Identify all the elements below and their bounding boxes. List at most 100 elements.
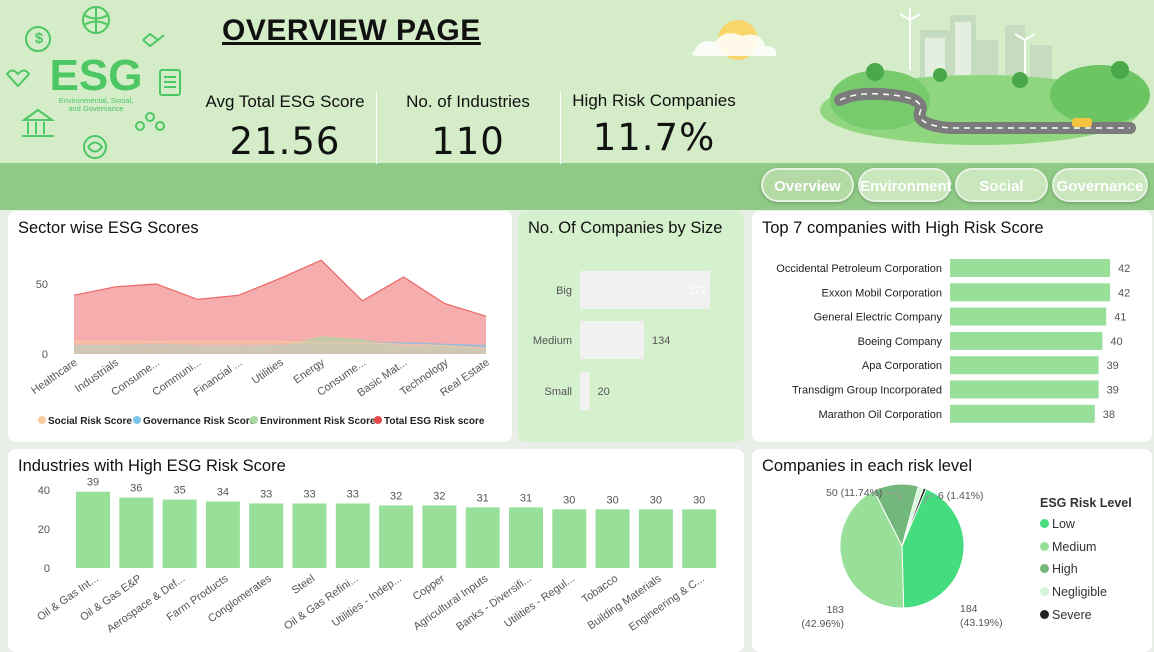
tab-social[interactable]: Social [955, 168, 1048, 202]
tab-governance[interactable]: Governance [1052, 168, 1148, 202]
kpi-label: Avg Total ESG Score [205, 92, 365, 111]
legend-item-low: Low [1040, 517, 1075, 531]
legend-label: Governance Risk Score [143, 416, 256, 427]
industry-bar [595, 509, 630, 568]
company-label: Marathon Oil Corporation [818, 409, 942, 421]
logo-text: ESG [50, 51, 143, 100]
x-tick-label: Engineering & C... [627, 573, 707, 634]
kpi-value: 110 [431, 120, 505, 163]
bar-value-label: 20 [598, 386, 610, 398]
company-label: Occidental Petroleum Corporation [776, 263, 942, 275]
legend-dot [1040, 564, 1049, 574]
sector-area-chart: 050HealthcareIndustrialsConsume...Commun… [29, 259, 492, 427]
bar-value-label: 32 [433, 490, 445, 502]
industries-panel: Industries with High ESG Risk Score 0 20 4… [8, 449, 744, 652]
legend-dot [1040, 587, 1049, 597]
company-label: Boeing Company [858, 336, 943, 348]
legend-label: Negligible [1052, 585, 1107, 600]
bar-value-label: 33 [303, 488, 315, 500]
company-size-panel: No. Of Companies by Size Big 272 Medium 134… [518, 211, 744, 442]
size-bar [580, 372, 590, 410]
kpi-divider [560, 92, 561, 164]
kpi-divider [376, 92, 377, 164]
bar-value-label: 32 [390, 490, 402, 502]
industry-bar [509, 507, 543, 568]
category-label: Medium [533, 335, 572, 347]
x-tick-label: Steel [290, 573, 317, 597]
svg-text:and Governance: and Governance [68, 104, 123, 113]
company-bar [950, 380, 1099, 399]
x-tick-label: Energy [291, 356, 327, 386]
tab-overview[interactable]: Overview [761, 168, 854, 202]
bar-value-label: 30 [693, 494, 705, 506]
company-bar [950, 307, 1107, 326]
pie-label-pct: (43.19%) [960, 617, 1003, 629]
industry-bar [465, 507, 500, 568]
pie-label: 50 (11.74%) [826, 487, 882, 499]
industry-bar [335, 503, 370, 568]
pie-legend-title: ESG Risk Level [1040, 496, 1132, 510]
area-series-3 [74, 260, 486, 354]
bar-value-label: 39 [87, 477, 99, 489]
bar-value-label: 30 [650, 494, 662, 506]
bar-value-label: 42 [1118, 287, 1130, 299]
legend-dot [250, 416, 258, 424]
bar-value-label: 40 [1110, 336, 1122, 348]
x-tick-label: Copper [411, 572, 448, 603]
legend-item-negligible: Negligible [1040, 585, 1107, 599]
industries-bar-chart: 0204039Oil & Gas Int...36Oil & Gas E&P35… [35, 477, 717, 636]
industry-bar [249, 503, 284, 568]
y-tick-label: 0 [44, 563, 50, 575]
bar-value-label: 38 [1103, 409, 1115, 421]
industry-bar [422, 505, 457, 568]
company-bar [950, 283, 1110, 302]
top7-bar-chart: Occidental Petroleum Corporation 42 Exxon … [776, 259, 1130, 423]
bar-value-label: 39 [1107, 385, 1119, 397]
industry-bar [292, 503, 327, 568]
bar-value-label: 33 [260, 488, 272, 500]
kpi-label: No. of Industries [406, 92, 530, 111]
sector-esg-panel: Sector wise ESG Scores 0 50 Healthcare Indu… [8, 211, 512, 442]
kpi-value: 21.56 [229, 120, 341, 163]
top7-companies-panel: Top 7 companies with High Risk Score Occ… [752, 211, 1152, 442]
legend-label: Total ESG Risk score [384, 416, 485, 427]
legend-item-medium: Medium [1040, 540, 1096, 554]
pie-label: 6 (1.41%) [938, 490, 984, 502]
legend-label: Medium [1052, 539, 1097, 554]
category-label: Big [556, 285, 572, 297]
bar-value-label: 30 [606, 494, 618, 506]
legend-dot [374, 416, 382, 424]
x-tick-label: Building Materials [586, 572, 664, 632]
legend-label: Social Risk Score [48, 416, 132, 427]
x-tick-label: Banks - Diversifi... [454, 573, 533, 634]
company-label: Transdigm Group Incorporated [792, 385, 942, 397]
bar-value-label: 31 [477, 492, 489, 504]
bar-value-label: 42 [1118, 263, 1130, 275]
x-tick-label: Agricultural Inputs [411, 572, 490, 633]
city-landscape-illustration [692, 8, 1150, 145]
tab-environment[interactable]: Environment [858, 168, 952, 202]
company-bar [950, 331, 1103, 350]
company-bar [950, 404, 1095, 423]
bar-value-label: 31 [520, 492, 532, 504]
x-tick-label: Oil & Gas Refini... [282, 573, 360, 633]
legend-label: Low [1052, 517, 1075, 531]
y-tick-label: 0 [42, 349, 48, 361]
bar-value-label: 35 [173, 485, 185, 497]
kpi-industries: No. of Industries 110 [392, 92, 544, 163]
esg-logo: $ ESG Environmental, Social, and Governa… [5, 6, 181, 159]
size-bar [580, 321, 645, 359]
industry-bar [552, 509, 587, 568]
y-tick-label: 20 [38, 524, 50, 536]
industry-bar [119, 497, 154, 568]
pie-label-count: 183 [826, 604, 844, 616]
svg-text:$: $ [35, 30, 44, 47]
bar-value-label: 41 [1114, 312, 1126, 324]
x-tick-label: Aerospace & Def... [105, 573, 188, 636]
industry-bar [162, 499, 197, 568]
legend-dot [1040, 609, 1049, 619]
size-bar-chart: Big 272 Medium 134 Small 20 [533, 271, 710, 410]
company-bar [950, 259, 1110, 277]
category-label: Small [544, 386, 572, 398]
risk-level-panel: Companies in each risk level 184 (43.19%)… [752, 449, 1152, 652]
